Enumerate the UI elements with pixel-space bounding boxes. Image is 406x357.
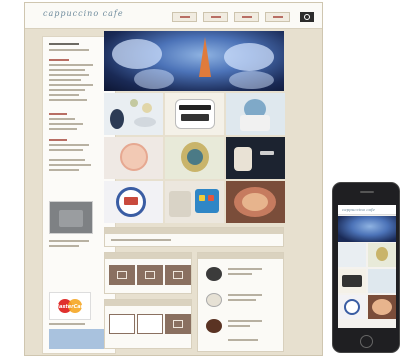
- smartphone-mockup: cappuccino cafe: [332, 182, 400, 353]
- news-panel-header: [105, 228, 283, 234]
- nav-item-4[interactable]: [265, 12, 290, 22]
- sidebar-link[interactable]: [49, 169, 79, 171]
- sidebar-link[interactable]: [49, 118, 75, 120]
- sidebar-link[interactable]: [49, 89, 85, 91]
- grid-image[interactable]: [165, 93, 224, 135]
- nav-item-3[interactable]: [234, 12, 259, 22]
- category-panel: [104, 299, 192, 349]
- mastercard-label: MasterCard: [54, 304, 87, 310]
- category-button[interactable]: [109, 314, 135, 334]
- sidebar-link[interactable]: [49, 64, 93, 66]
- post-title[interactable]: [228, 339, 258, 341]
- desktop-website-mockup: cappuccino cafe MasterCard: [24, 2, 323, 356]
- post-title[interactable]: [228, 320, 262, 322]
- news-panel: [104, 227, 284, 247]
- sidebar-link[interactable]: [49, 128, 77, 130]
- mastercard-logo: MasterCard: [49, 292, 91, 320]
- phone-grid-image[interactable]: [368, 295, 396, 319]
- grid-image[interactable]: [104, 137, 163, 179]
- category-button[interactable]: [137, 314, 163, 334]
- post-title[interactable]: [228, 268, 262, 270]
- phone-grid-image[interactable]: [368, 269, 396, 293]
- sidebar-link[interactable]: [49, 94, 79, 96]
- phone-grid-image[interactable]: [368, 243, 396, 267]
- tower-graphic: [199, 37, 211, 77]
- site-logo[interactable]: cappuccino cafe: [43, 9, 124, 18]
- phone-site-logo[interactable]: cappuccino cafe: [342, 207, 375, 212]
- post-thumbnail[interactable]: [206, 267, 222, 281]
- sidebar-category-title: [49, 59, 69, 61]
- sidebar-category-title: [49, 139, 67, 141]
- grid-image[interactable]: [165, 137, 224, 179]
- search-icon[interactable]: [300, 12, 314, 22]
- sidebar-text: [49, 240, 89, 242]
- sidebar-link[interactable]: [49, 49, 89, 51]
- post-title[interactable]: [228, 294, 262, 296]
- category-button[interactable]: [165, 314, 191, 334]
- post-excerpt: [228, 299, 256, 301]
- sidebar-link[interactable]: [49, 69, 85, 71]
- sidebar-link[interactable]: [49, 144, 89, 146]
- sidebar-link[interactable]: [49, 74, 89, 76]
- recent-posts-header: [198, 253, 283, 259]
- post-excerpt: [228, 325, 250, 327]
- sidebar-link[interactable]: [49, 164, 91, 166]
- phone-site-header: cappuccino cafe: [338, 205, 396, 215]
- sidebar-banner[interactable]: [49, 329, 108, 349]
- phone-grid-image[interactable]: [338, 295, 366, 319]
- recent-posts-panel: [197, 252, 284, 352]
- site-header: cappuccino cafe: [25, 3, 322, 29]
- sidebar-link[interactable]: [49, 79, 81, 81]
- sidebar-heading: [49, 43, 79, 45]
- hero-image[interactable]: [104, 31, 284, 91]
- category-panel: [104, 252, 192, 294]
- sidebar-link[interactable]: [49, 149, 83, 151]
- sidebar-text: [49, 245, 79, 247]
- sidebar-link[interactable]: [49, 159, 85, 161]
- post-excerpt: [228, 273, 252, 275]
- sidebar-link[interactable]: [49, 123, 83, 125]
- grid-image[interactable]: [226, 93, 285, 135]
- grid-image[interactable]: [226, 181, 285, 223]
- phone-speaker: [360, 191, 374, 193]
- sidebar-text: [49, 323, 85, 325]
- phone-hero-image[interactable]: [338, 216, 396, 242]
- category-panel-header: [105, 253, 191, 259]
- phone-screen: cappuccino cafe: [338, 205, 396, 328]
- category-button[interactable]: [109, 265, 135, 285]
- category-panel-header: [105, 300, 191, 306]
- post-thumbnail[interactable]: [206, 319, 222, 333]
- screenshot-stage: cappuccino cafe MasterCard cappuccino ca…: [0, 0, 406, 357]
- phone-grid-image[interactable]: [338, 243, 366, 267]
- grid-image[interactable]: [104, 181, 163, 223]
- sidebar-link[interactable]: [49, 84, 93, 86]
- category-button[interactable]: [165, 265, 191, 285]
- category-button[interactable]: [137, 265, 163, 285]
- nav-item-1[interactable]: [172, 12, 197, 22]
- nav-item-2[interactable]: [203, 12, 228, 22]
- grid-image[interactable]: [226, 137, 285, 179]
- news-line[interactable]: [111, 239, 171, 241]
- home-button-icon[interactable]: [360, 335, 373, 348]
- grid-image[interactable]: [104, 93, 163, 135]
- phone-grid-image[interactable]: [338, 269, 366, 293]
- sidebar-link[interactable]: [49, 99, 87, 101]
- post-thumbnail[interactable]: [206, 293, 222, 307]
- sidebar-category-title: [49, 113, 67, 115]
- card-icon: [49, 201, 93, 234]
- grid-image[interactable]: [165, 181, 224, 223]
